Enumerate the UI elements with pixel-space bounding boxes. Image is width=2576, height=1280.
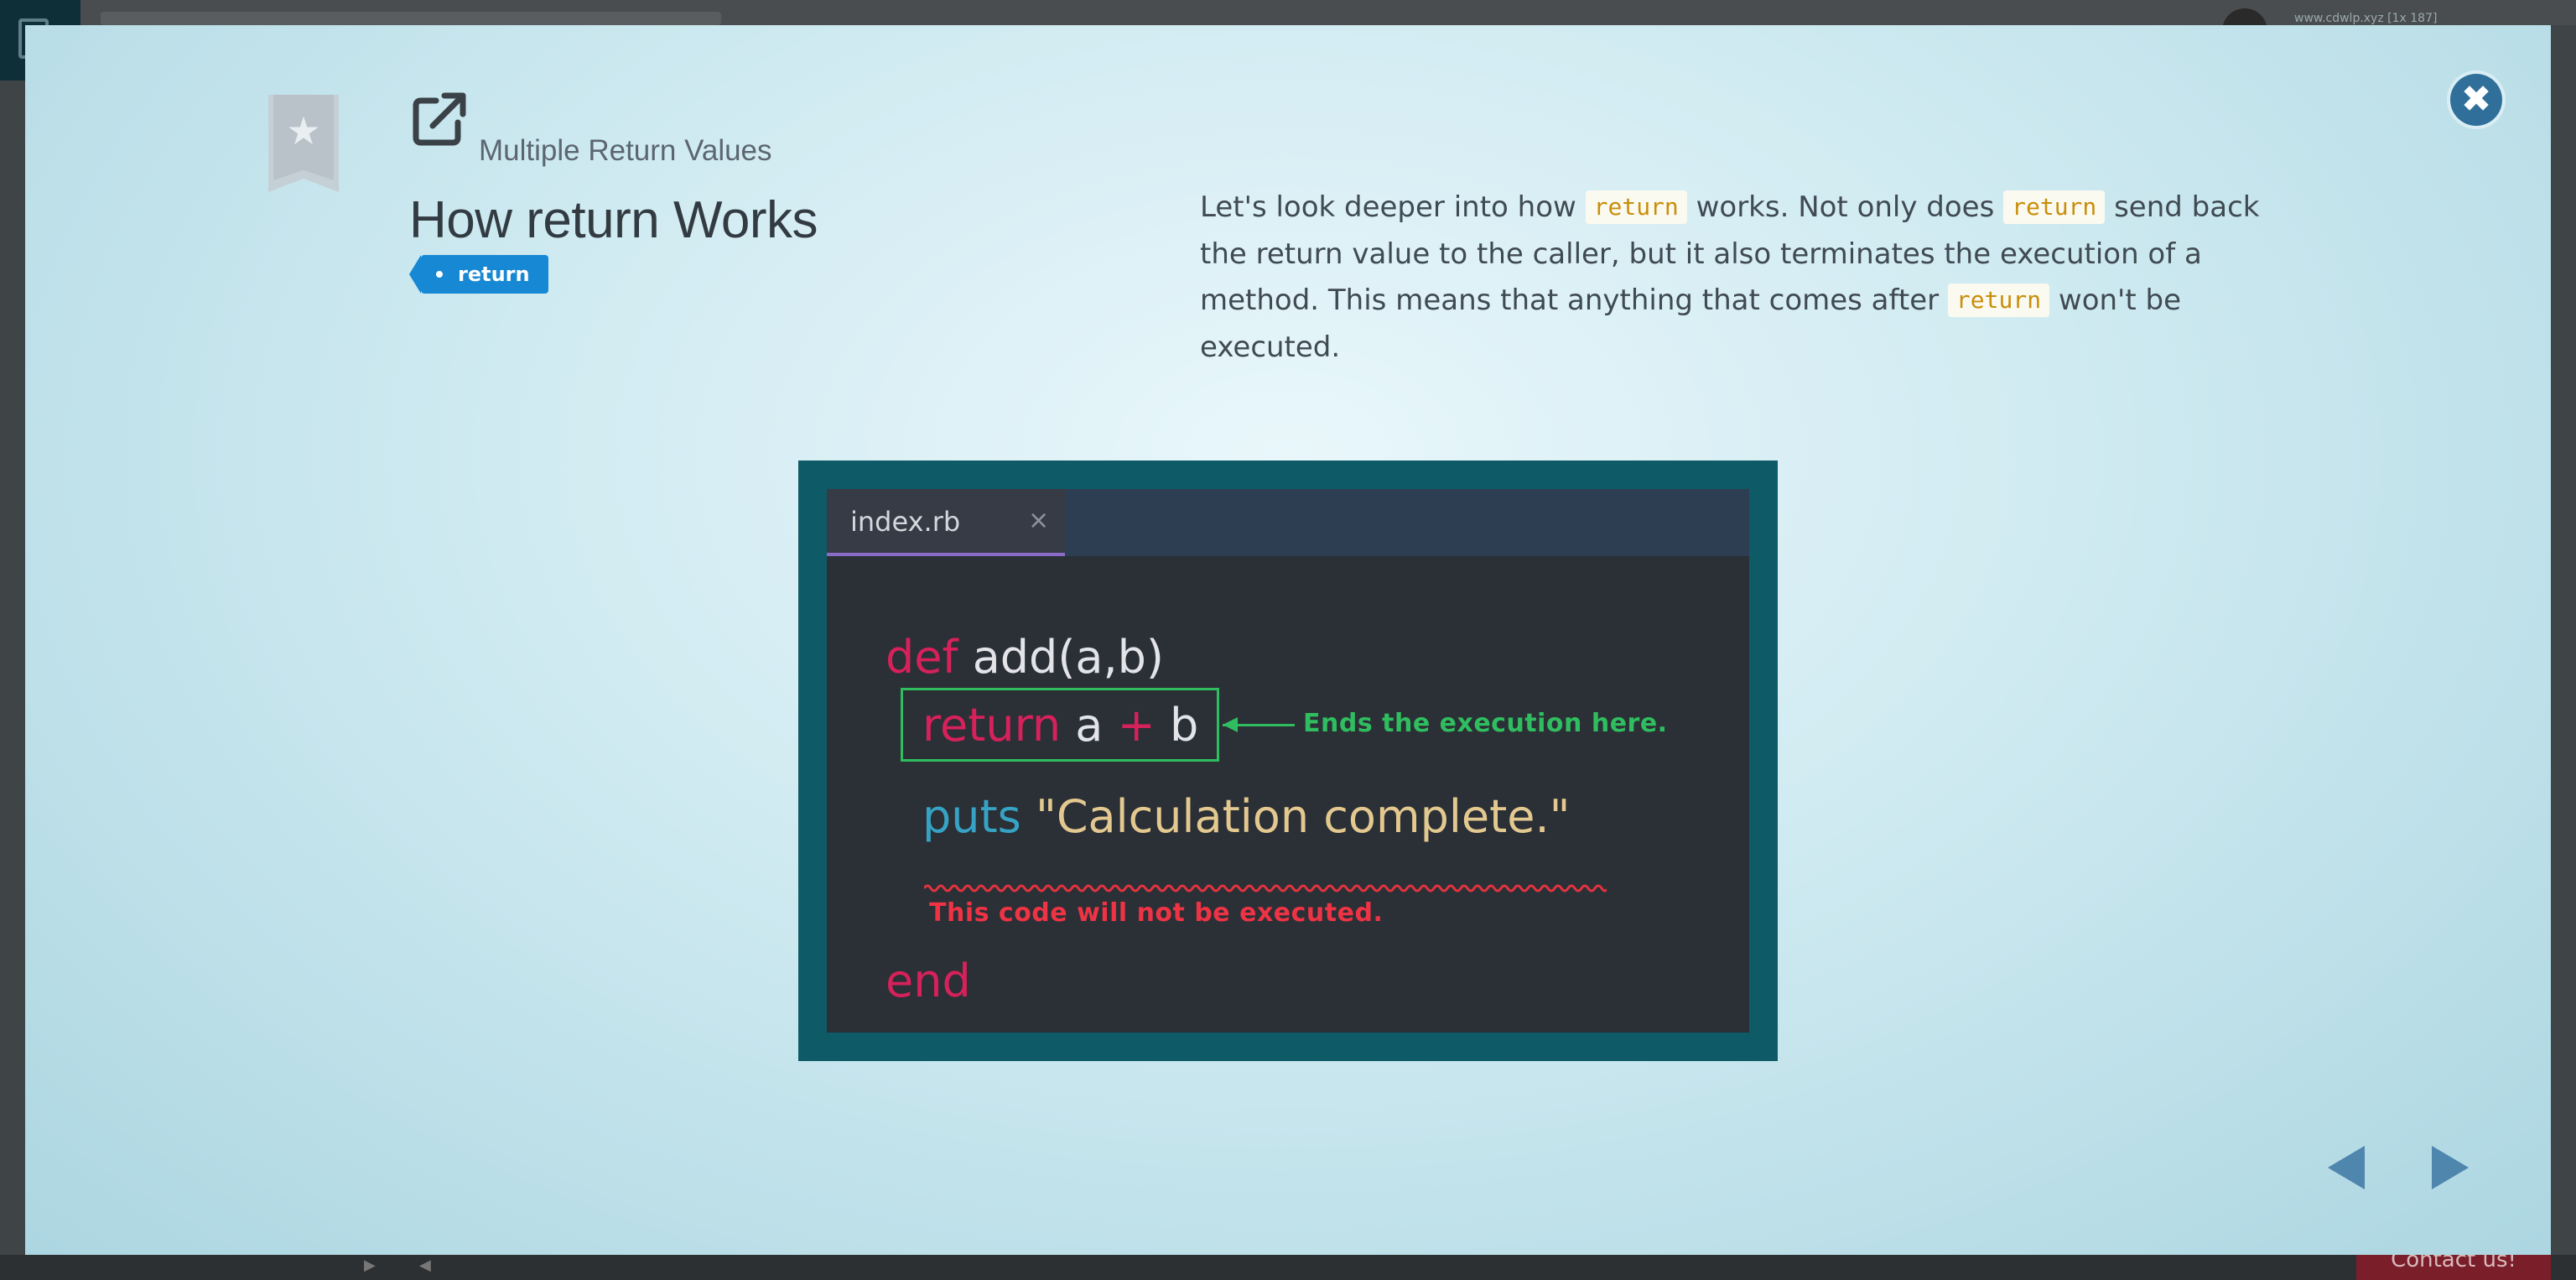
code-line-end: end (886, 959, 971, 1004)
code-method: puts (922, 790, 1021, 843)
code-illustration: index.rb × def add(a,b) return a + b End… (798, 460, 1778, 1061)
scroll-left-icon: ◀ (419, 1257, 431, 1274)
lesson-modal: ★ Multiple Return Values How return Work… (25, 25, 2551, 1255)
next-arrow-icon[interactable] (2432, 1146, 2469, 1189)
code-keyword: return (922, 699, 1062, 752)
code-text: a (1075, 699, 1104, 752)
prev-arrow-icon[interactable] (2328, 1146, 2365, 1189)
close-button[interactable]: ✖ (2450, 74, 2502, 126)
code-line-return: return a + b (922, 703, 1198, 748)
external-link-icon[interactable] (411, 89, 470, 148)
arrow-left-icon (1223, 717, 1238, 732)
star-bookmark-icon[interactable]: ★ (268, 95, 339, 192)
background-url-text: www.cdwlp.xyz [1x 187] (2294, 12, 2438, 25)
lesson-description: Let's look deeper into how return works.… (1200, 185, 2290, 371)
code-string: "Calculation complete." (1035, 790, 1571, 843)
code-keyword: def (886, 631, 958, 684)
code-keyword: end (886, 955, 971, 1007)
background-bottombar (0, 1255, 2576, 1280)
editor-tab: index.rb × (827, 489, 1065, 556)
tab-close-icon: × (1028, 506, 1050, 535)
editor-tab-label: index.rb (850, 506, 961, 538)
page-title: How return Works (409, 191, 818, 249)
description-text: works. Not only does (1686, 190, 2004, 224)
topic-tag[interactable]: return (409, 255, 548, 294)
inline-code: return (2003, 190, 2106, 224)
editor-tabbar: index.rb × (827, 489, 1749, 556)
error-squiggle (924, 884, 1607, 892)
code-operator: + (1117, 699, 1156, 752)
annotation-ends-execution: Ends the execution here. (1303, 709, 1668, 738)
scroll-right-icon: ▶ (364, 1257, 376, 1274)
code-text: add(a,b) (972, 631, 1165, 684)
inline-code: return (1947, 284, 2050, 317)
code-text: b (1169, 699, 1199, 752)
description-text: Let's look deeper into how (1200, 190, 1586, 224)
close-icon: ✖ (2460, 78, 2492, 121)
inline-code: return (1585, 190, 1687, 224)
annotation-not-executed: This code will not be executed. (929, 898, 1384, 928)
lesson-section: Multiple Return Values (479, 134, 772, 167)
code-line-puts: puts "Calculation complete." (922, 794, 1570, 840)
code-line-def: def add(a,b) (886, 635, 1164, 680)
code-editor: index.rb × def add(a,b) return a + b End… (827, 489, 1749, 1033)
background-search-field (101, 12, 721, 25)
